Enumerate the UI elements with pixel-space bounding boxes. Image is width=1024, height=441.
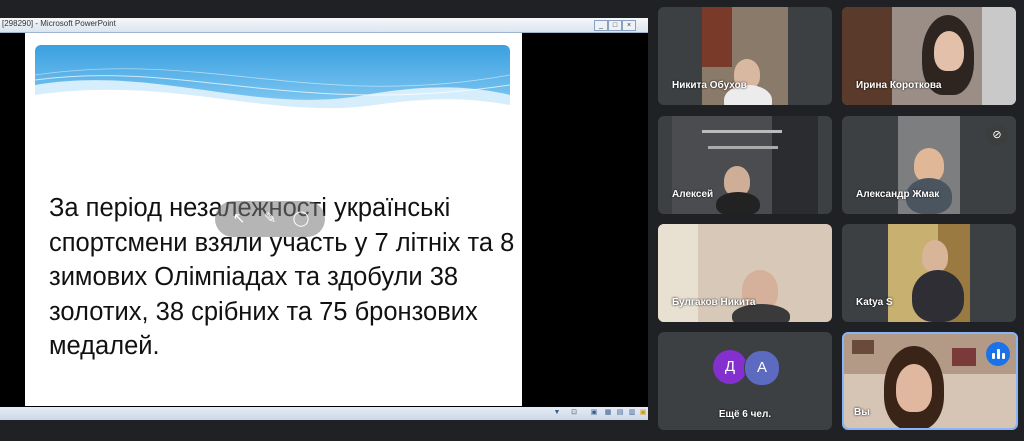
participant-tile[interactable]: ⊘ Александр Жмак <box>842 116 1016 214</box>
fit-window-icon[interactable]: ▣ <box>639 409 647 417</box>
slideshow-view-icon[interactable]: ▥ <box>628 409 636 417</box>
participant-tile[interactable]: Ирина Короткова <box>842 7 1016 105</box>
menu-circle-icon[interactable]: ◯ <box>291 209 311 229</box>
pointer-icon[interactable]: ↖ <box>229 209 249 229</box>
presentation-window: [298290] - Microsoft PowerPoint _ □ × За… <box>0 18 648 420</box>
arrow-icon[interactable]: ▼ <box>553 409 561 417</box>
self-tile[interactable]: Вы <box>842 332 1018 430</box>
participant-name: Александр Жмак <box>856 189 940 200</box>
sorter-view-icon[interactable]: ▦ <box>604 409 612 417</box>
participant-video <box>888 224 970 322</box>
window-titlebar: [298290] - Microsoft PowerPoint _ □ × <box>0 18 648 33</box>
maximize-button[interactable]: □ <box>608 20 622 31</box>
slideshow-controls[interactable]: ↖ ✎ ◯ <box>215 201 325 237</box>
fit-icon[interactable]: ⊡ <box>570 409 578 417</box>
window-title: [298290] - Microsoft PowerPoint <box>2 19 116 28</box>
more-participants-tile[interactable]: Д А Ещё 6 чел. <box>658 332 832 430</box>
participant-name: Ирина Короткова <box>856 80 942 91</box>
normal-view-icon[interactable]: ▣ <box>590 409 598 417</box>
more-participants-label: Ещё 6 чел. <box>718 409 772 420</box>
avatar: А <box>744 350 780 386</box>
pen-icon[interactable]: ✎ <box>260 209 280 229</box>
participant-name: Алексей <box>672 189 714 200</box>
participant-tile[interactable]: Никита Обухов <box>658 7 832 105</box>
participant-tile[interactable]: Алексей <box>658 116 832 214</box>
participant-tile[interactable]: Булгаков Никита <box>658 224 832 322</box>
slide: За період незалежності українські спортс… <box>25 33 522 406</box>
mic-off-icon: ⊘ <box>986 124 1008 146</box>
speaking-indicator-icon <box>986 342 1010 366</box>
close-button[interactable]: × <box>622 20 636 31</box>
participant-tile[interactable]: Katya S <box>842 224 1016 322</box>
reading-view-icon[interactable]: ▤ <box>616 409 624 417</box>
participant-name: Булгаков Никита <box>672 297 756 308</box>
participant-name: Katya S <box>856 297 893 308</box>
avatar: Д <box>713 350 747 384</box>
statusbar: ▼ ⊡ ▣ ▦ ▤ ▥ ▣ <box>0 407 648 420</box>
wave-banner <box>35 45 510 117</box>
self-name: Вы <box>854 407 870 418</box>
participant-name: Никита Обухов <box>672 80 747 91</box>
minimize-button[interactable]: _ <box>594 20 608 31</box>
